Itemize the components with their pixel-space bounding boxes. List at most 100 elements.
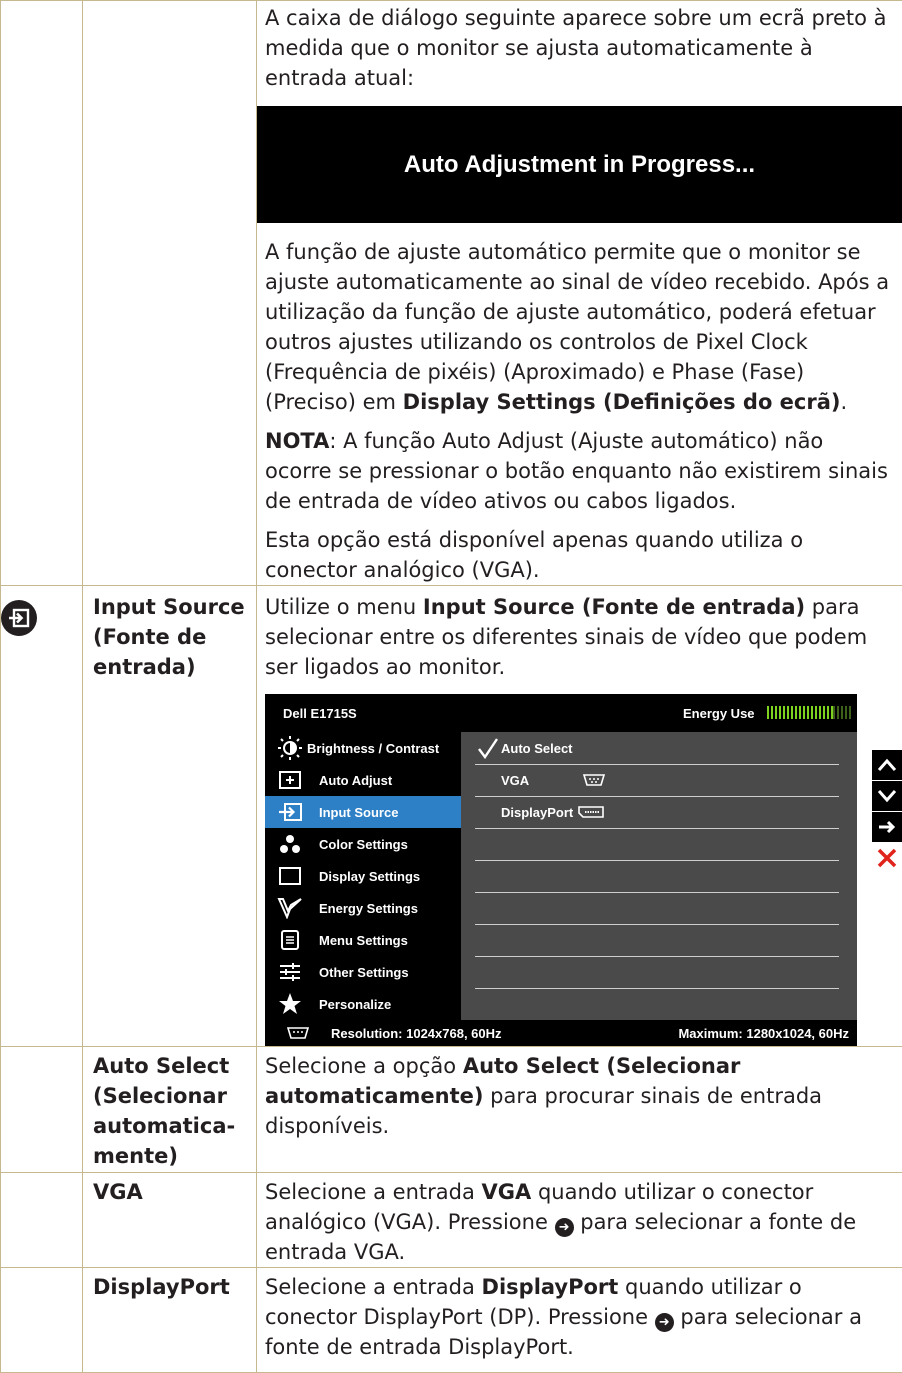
para1-end: . [841, 390, 848, 414]
up-arrow-icon[interactable] [872, 750, 902, 780]
osd-menu: Brightness / Contrast Auto Adjust Input … [265, 732, 461, 1020]
brightness-icon [273, 732, 307, 764]
displayport-row: DisplayPort Selecione a entrada DisplayP… [1, 1268, 902, 1373]
menu-label: Other Settings [319, 965, 409, 980]
para1-text: A função de ajuste automático permite qu… [265, 240, 889, 414]
osd-screenshot: Dell E1715S Energy Use Brightness / Cont… [265, 694, 857, 1046]
menu-label: Auto Adjust [319, 773, 392, 788]
menu-label: Energy Settings [319, 901, 418, 916]
submenu-auto-select[interactable]: Auto Select [475, 732, 839, 765]
vga-paragraph: Selecione a entrada VGA quando utilizar … [257, 1173, 902, 1267]
input-source-icon [273, 796, 307, 828]
vga-only-paragraph: Esta opção está disponível apenas quando… [257, 516, 902, 585]
label-cell: Input Source (Fonte de entrada) [83, 586, 257, 1047]
settings-table: A caixa de diálogo seguinte aparece sobr… [0, 0, 902, 1373]
submenu-label: DisplayPort [501, 805, 573, 820]
icon-cell [1, 1047, 83, 1173]
energy-meter [767, 706, 851, 719]
osd-energy-label: Energy Use [683, 706, 755, 721]
label-cell [83, 1, 257, 586]
right-arrow-icon[interactable] [872, 812, 902, 842]
label-cell: DisplayPort [83, 1268, 257, 1373]
osd-menu-color-settings[interactable]: Color Settings [265, 828, 461, 860]
menu-label: Brightness / Contrast [307, 741, 439, 756]
note-label: NOTA [265, 429, 329, 453]
dp-text-bold: DisplayPort [482, 1275, 619, 1299]
osd-header: Dell E1715S Energy Use [265, 694, 857, 732]
note-paragraph: NOTA: A função Auto Adjust (Ajuste autom… [257, 417, 902, 516]
other-settings-icon [273, 956, 307, 988]
vga-row: VGA Selecione a entrada VGA quando utili… [1, 1173, 902, 1268]
input-source-paragraph: Utilize o menu Input Source (Fonte de en… [257, 586, 902, 682]
note-text: : A função Auto Adjust (Ajuste automátic… [265, 429, 888, 513]
vga-text-bold: VGA [482, 1180, 532, 1204]
arrow-right-icon: ➜ [555, 1218, 574, 1237]
displayport-paragraph: Selecione a entrada DisplayPort quando u… [257, 1268, 902, 1362]
auto-select-label: Auto Select (Selecionar automatica-mente… [83, 1047, 256, 1171]
vga-text-a: Selecione a entrada [265, 1180, 482, 1204]
auto-select-row: Auto Select (Selecionar automatica-mente… [1, 1047, 902, 1173]
osd-menu-energy-settings[interactable]: Energy Settings [265, 892, 461, 924]
submenu-displayport[interactable]: DisplayPort [475, 796, 839, 829]
submenu-empty-row [475, 860, 839, 893]
energy-settings-icon [273, 892, 307, 924]
osd-menu-auto-adjust[interactable]: Auto Adjust [265, 764, 461, 796]
icon-cell [1, 586, 83, 1047]
submenu-label: Auto Select [501, 741, 573, 756]
description-cell: Utilize o menu Input Source (Fonte de en… [257, 586, 902, 1047]
submenu-empty-row [475, 828, 839, 861]
submenu-empty-row [475, 924, 839, 957]
intro-paragraph: A caixa de diálogo seguinte aparece sobr… [257, 1, 902, 93]
menu-label: Display Settings [319, 869, 420, 884]
submenu-empty-row [475, 892, 839, 925]
submenu-vga[interactable]: VGA [475, 764, 839, 797]
submenu-empty-row [475, 988, 839, 1021]
osd-menu-brightness[interactable]: Brightness / Contrast [265, 732, 461, 764]
check-icon [477, 737, 499, 759]
description-cell: Selecione a opção Auto Select (Seleciona… [257, 1047, 902, 1173]
osd-submenu: Auto Select VGA DisplayPort [461, 732, 857, 1020]
auto-adjust-dialog: Auto Adjustment in Progress... [257, 106, 902, 223]
dp-text-a: Selecione a entrada [265, 1275, 482, 1299]
osd-menu-input-source[interactable]: Input Source [265, 796, 461, 828]
auto-adjust-icon [273, 764, 307, 796]
icon-cell [1, 1, 83, 586]
dialog-text: Auto Adjustment in Progress... [404, 151, 755, 179]
description-cell: Selecione a entrada VGA quando utilizar … [257, 1173, 902, 1268]
close-icon[interactable] [872, 843, 902, 873]
submenu-label: VGA [501, 773, 581, 788]
displayport-label: DisplayPort [83, 1268, 256, 1302]
description-cell: Selecione a entrada DisplayPort quando u… [257, 1268, 902, 1373]
icon-cell [1, 1268, 83, 1373]
auto-adjust-paragraph: A função de ajuste automático permite qu… [257, 223, 902, 417]
icon-cell [1, 1173, 83, 1268]
description-cell: A caixa de diálogo seguinte aparece sobr… [257, 1, 902, 586]
as-text-a: Selecione a opção [265, 1054, 463, 1078]
osd-maximum: Maximum: 1280x1024, 60Hz [678, 1026, 849, 1041]
star-icon [273, 988, 307, 1020]
menu-label: Color Settings [319, 837, 408, 852]
osd-menu-personalize[interactable]: Personalize [265, 988, 461, 1020]
display-settings-bold: Display Settings (Definições do ecrã) [403, 390, 841, 414]
menu-label: Input Source [319, 805, 398, 820]
osd-menu-menu-settings[interactable]: Menu Settings [265, 924, 461, 956]
down-arrow-icon[interactable] [872, 781, 902, 811]
is-text-a: Utilize o menu [265, 595, 423, 619]
osd-model: Dell E1715S [283, 706, 357, 721]
menu-label: Menu Settings [319, 933, 408, 948]
vga-label: VGA [83, 1173, 256, 1207]
osd-resolution: Resolution: 1024x768, 60Hz [331, 1026, 502, 1041]
input-source-label: Input Source (Fonte de entrada) [83, 586, 256, 682]
vga-connector-icon [581, 773, 607, 787]
menu-label: Personalize [319, 997, 391, 1012]
osd-menu-other-settings[interactable]: Other Settings [265, 956, 461, 988]
input-source-icon [1, 600, 37, 636]
osd-menu-display-settings[interactable]: Display Settings [265, 860, 461, 892]
arrow-right-icon: ➜ [655, 1313, 674, 1332]
osd-footer: Resolution: 1024x768, 60Hz Maximum: 1280… [265, 1020, 857, 1046]
auto-adjust-row: A caixa de diálogo seguinte aparece sobr… [1, 1, 902, 586]
color-settings-icon [273, 828, 307, 860]
label-cell: Auto Select (Selecionar automatica-mente… [83, 1047, 257, 1173]
menu-settings-icon [273, 924, 307, 956]
input-source-row: Input Source (Fonte de entrada) Utilize … [1, 586, 902, 1047]
